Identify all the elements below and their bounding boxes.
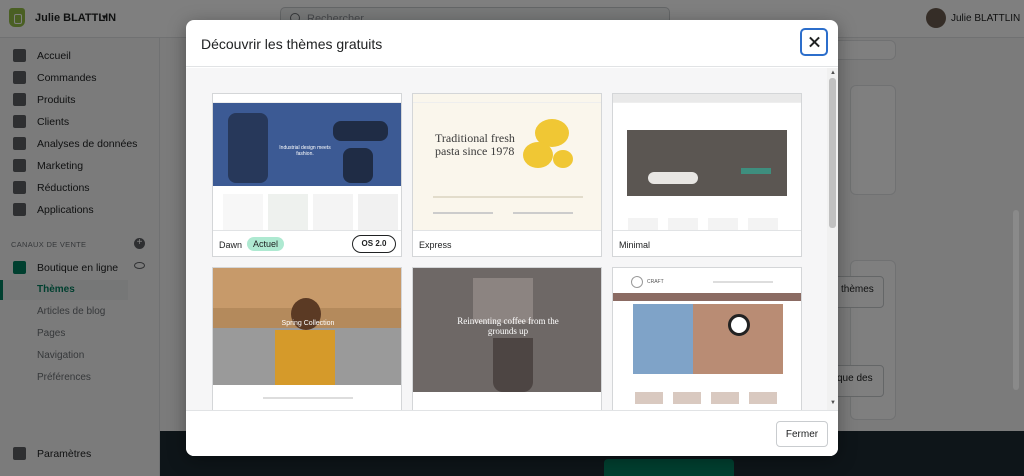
close-button[interactable]: Fermer — [776, 421, 828, 447]
preview-product — [358, 194, 398, 230]
preview-hero: Industrial design meets fashion. — [213, 103, 401, 186]
preview-divider — [433, 196, 583, 198]
theme-card-footer: Dawn Actuel OS 2.0 — [213, 230, 401, 256]
preview-hero-text: Traditional fresh pasta since 1978 — [435, 131, 515, 158]
preview-nav — [213, 94, 401, 103]
preview-product — [748, 218, 778, 230]
preview-hero — [633, 304, 783, 374]
theme-name: Dawn — [219, 240, 243, 250]
preview-thumb — [635, 392, 663, 404]
preview-logo-icon — [631, 276, 643, 288]
preview-pasta — [523, 142, 553, 168]
theme-card-express[interactable]: Traditional fresh pasta since 1978 Expre… — [412, 93, 602, 257]
scroll-up-arrow-icon[interactable]: ▲ — [830, 70, 836, 76]
preview-nav — [613, 94, 801, 103]
theme-preview: Traditional fresh pasta since 1978 — [413, 94, 601, 230]
status-badge: Actuel — [247, 237, 285, 251]
theme-preview: CRAFT — [613, 268, 801, 404]
preview-person-coat — [275, 330, 335, 385]
theme-preview: Spring Collection — [213, 268, 401, 404]
preview-product — [668, 218, 698, 230]
preview-pasta — [553, 150, 573, 168]
preview-product — [268, 194, 308, 230]
preview-watch — [728, 314, 750, 336]
preview-figure — [333, 121, 388, 141]
preview-thumb — [749, 392, 777, 404]
preview-banner — [613, 293, 801, 301]
preview-hero-text: Spring Collection — [281, 320, 335, 327]
modal-footer: Fermer — [186, 410, 838, 456]
preview-figure — [343, 148, 373, 183]
preview-coffee-pot — [493, 338, 533, 392]
modal-title: Découvrir les thèmes gratuits — [201, 36, 383, 52]
preview-thumb — [673, 392, 701, 404]
theme-preview: Industrial design meets fashion. — [213, 94, 401, 230]
preview-nav — [413, 94, 601, 103]
preview-photo: Spring Collection — [213, 268, 401, 385]
preview-product — [628, 218, 658, 230]
os-badge: OS 2.0 — [352, 235, 396, 253]
theme-card-footer: Minimal — [613, 230, 801, 256]
preview-text-line — [513, 212, 573, 214]
preview-hero-text: Industrial design meets fashion. — [279, 145, 331, 157]
modal-body: Industrial design meets fashion. Dawn Ac… — [186, 68, 838, 410]
preview-thumb — [711, 392, 739, 404]
preview-search-line — [713, 281, 773, 283]
preview-bath — [648, 172, 698, 184]
preview-hero — [627, 130, 787, 196]
theme-card-coffee[interactable]: Reinventing coffee from the grounds up — [412, 267, 602, 410]
theme-card-minimal[interactable]: Minimal — [612, 93, 802, 257]
close-icon[interactable] — [800, 28, 828, 56]
theme-preview: Reinventing coffee from the grounds up — [413, 268, 601, 404]
theme-card-dawn[interactable]: Industrial design meets fashion. Dawn Ac… — [212, 93, 402, 257]
modal-header: Découvrir les thèmes gratuits — [186, 20, 838, 67]
theme-name: Minimal — [619, 240, 651, 250]
theme-card-footer: Express — [413, 230, 601, 256]
preview-text-line — [263, 397, 353, 399]
preview-text-line — [433, 212, 493, 214]
themes-modal: Découvrir les thèmes gratuits Industrial… — [186, 20, 838, 456]
theme-card-craft[interactable]: CRAFT — [612, 267, 802, 410]
theme-preview — [613, 94, 801, 230]
page-scrollbar[interactable] — [1013, 210, 1019, 390]
preview-product — [223, 194, 263, 230]
theme-card-spring[interactable]: Spring Collection — [212, 267, 402, 410]
preview-product — [708, 218, 738, 230]
preview-figure — [228, 113, 268, 183]
scroll-down-arrow-icon[interactable]: ▼ — [830, 400, 836, 406]
preview-button — [741, 168, 771, 174]
preview-logo-text: CRAFT — [647, 279, 664, 285]
theme-name: Express — [419, 240, 452, 250]
preview-hero-text: Reinventing coffee from the grounds up — [457, 316, 559, 336]
preview-background — [413, 94, 601, 230]
preview-product — [313, 194, 353, 230]
modal-scrollbar-thumb[interactable] — [829, 78, 836, 228]
